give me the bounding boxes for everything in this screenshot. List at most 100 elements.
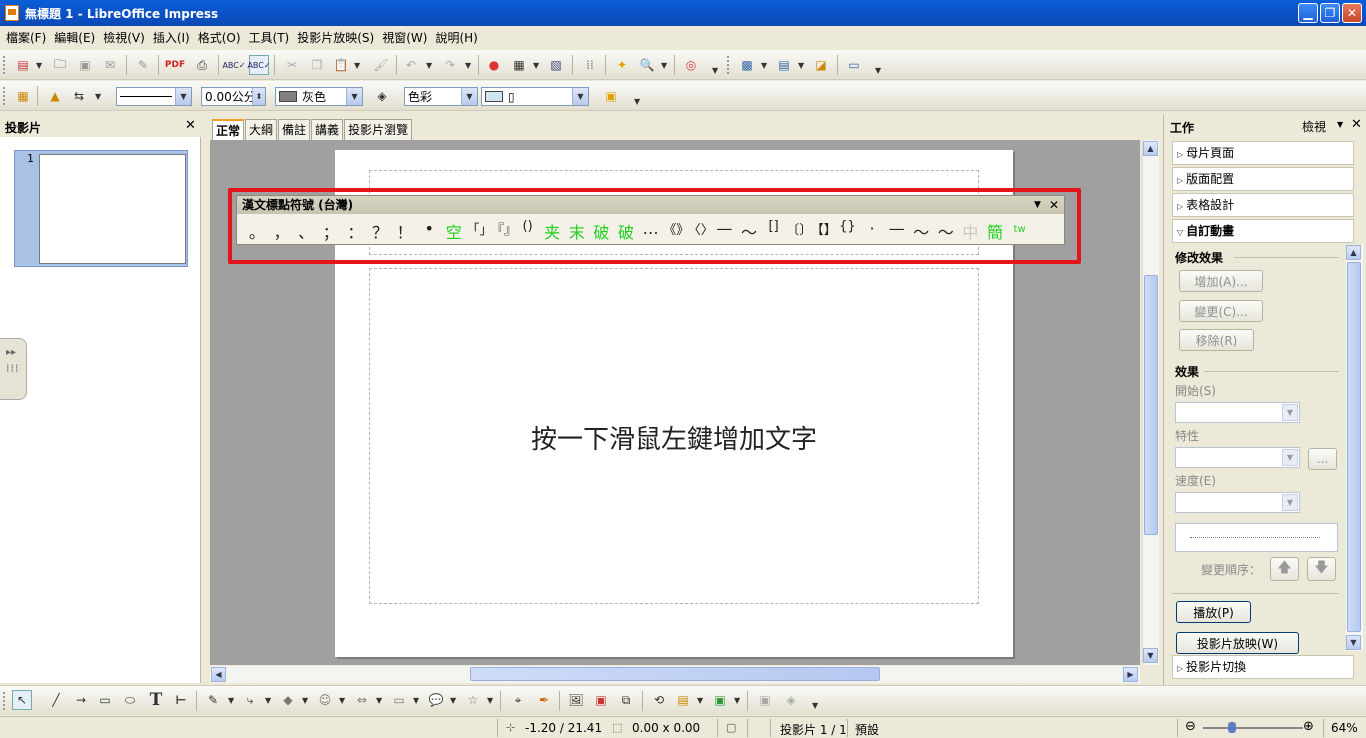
punctuation-symbol-button[interactable]: • (417, 219, 441, 238)
align-button[interactable]: ▤ (673, 690, 693, 710)
basic-shapes-button[interactable]: ◆ (278, 690, 298, 710)
horizontal-scroll-thumb[interactable] (470, 667, 880, 681)
punctuation-symbol-button[interactable]: 。 (245, 219, 269, 243)
start-slideshow-button[interactable]: ▭ (844, 55, 864, 75)
toolbar-grip[interactable] (3, 56, 7, 74)
menu-tools[interactable]: 工具(T) (245, 29, 294, 46)
close-window-button[interactable]: ✕ (1342, 3, 1362, 23)
points-button[interactable]: ⌖ (508, 690, 528, 710)
spellcheck-button[interactable]: ABC✓ (222, 55, 245, 75)
zoom-button[interactable]: 🔍 (637, 55, 657, 75)
callouts-dropdown-icon[interactable]: ▼ (450, 696, 456, 705)
menu-window[interactable]: 視窗(W) (378, 29, 431, 46)
punctuation-symbol-button[interactable]: ～ (737, 219, 761, 243)
flowchart-dropdown-icon[interactable]: ▼ (413, 696, 419, 705)
block-arrows-button[interactable]: ⇔ (352, 690, 372, 710)
toggle-extrusion-button[interactable]: ◈ (781, 690, 801, 710)
line-width-spinner[interactable]: 0.00公分 ⬍ (201, 87, 266, 106)
play-button[interactable]: 播放(P) (1176, 601, 1251, 623)
table-button[interactable]: ▦ (509, 55, 529, 75)
change-effect-button[interactable]: 變更(C)... (1179, 300, 1263, 322)
task-pane-scrollbar[interactable]: ▲ ▼ (1346, 245, 1363, 651)
curve-button[interactable]: ✎ (203, 690, 223, 710)
punctuation-symbol-button[interactable]: () (516, 219, 540, 234)
tab-normal[interactable]: 正常 (212, 119, 245, 140)
arrow-line-button[interactable]: → (71, 690, 91, 710)
punctuation-symbol-button[interactable]: ！ (393, 219, 417, 243)
curve-dropdown-icon[interactable]: ▼ (228, 696, 234, 705)
save-button[interactable]: ▣ (75, 55, 95, 75)
redo-button[interactable]: ↷ (440, 55, 460, 75)
punctuation-symbol-button[interactable]: ～ (934, 219, 958, 243)
area-button[interactable]: ◈ (372, 86, 392, 106)
email-button[interactable]: ✉ (100, 55, 120, 75)
document-modified-icon[interactable]: ▢ (726, 721, 736, 734)
minimize-button[interactable]: ▁ (1298, 3, 1318, 23)
close-toolbar-icon[interactable]: ✕ (1049, 196, 1059, 214)
punctuation-toolbar-header[interactable]: 漢文標點符號 (台灣) ▼ ✕ (237, 196, 1064, 214)
punctuation-symbol-button[interactable]: … (639, 219, 663, 238)
new-document-button[interactable]: ▤ (13, 55, 33, 75)
styles-button[interactable]: ▦ (13, 86, 33, 106)
zoom-slider[interactable] (1203, 727, 1303, 729)
symbol-shapes-button[interactable]: ☺ (315, 690, 335, 710)
toolbar-grip[interactable] (727, 56, 731, 74)
slide-design-button[interactable]: ◪ (811, 55, 831, 75)
remove-effect-button[interactable]: 移除(R) (1179, 329, 1254, 351)
toolbar-overflow-icon[interactable]: ▼ (812, 701, 818, 710)
property-select[interactable]: ▼ (1175, 447, 1300, 468)
punctuation-symbol-button[interactable]: ？ (368, 219, 392, 243)
scroll-up-icon[interactable]: ▲ (1143, 141, 1158, 156)
redo-dropdown-icon[interactable]: ▼ (465, 61, 471, 70)
gallery-button[interactable]: ▣ (591, 690, 611, 710)
sidebar-collapse-handle[interactable]: ▸▸ ⁞⁞⁞ (0, 338, 27, 400)
display-grid-button[interactable]: ▧ (546, 55, 566, 75)
new-dropdown-icon[interactable]: ▼ (36, 61, 42, 70)
move-down-button[interactable]: 🡇 (1307, 557, 1336, 581)
zoom-dropdown-icon[interactable]: ▼ (661, 61, 667, 70)
clone-formatting-button[interactable]: 🖌 (371, 55, 391, 75)
text-button[interactable]: T (146, 690, 166, 710)
area-color-combo[interactable]: ▯ ▼ (481, 87, 589, 106)
scroll-down-icon[interactable]: ▼ (1346, 635, 1361, 650)
punctuation-symbol-button[interactable]: {} (835, 219, 859, 234)
ellipse-button[interactable]: ⬭ (120, 690, 140, 710)
rotate-button[interactable]: ⟲ (649, 690, 669, 710)
section-table-design[interactable]: ▷ 表格設計 (1172, 193, 1354, 217)
connector-button[interactable]: ⤷ (240, 690, 260, 710)
zoom-in-icon[interactable]: ⊕ (1303, 719, 1314, 734)
help-button[interactable]: ◎ (681, 55, 701, 75)
line-style-combo[interactable]: ▼ (116, 87, 192, 106)
slide-dropdown-icon[interactable]: ▼ (761, 61, 767, 70)
align-dropdown-icon[interactable]: ▼ (697, 696, 703, 705)
tab-notes[interactable]: 備註 (278, 119, 311, 140)
zoom-out-icon[interactable]: ⊖ (1185, 719, 1196, 734)
punctuation-symbol-button[interactable]: 空 (442, 219, 466, 243)
punctuation-symbol-button[interactable]: 『』 (491, 219, 517, 238)
task-pane-view-menu[interactable]: 檢視 (1302, 118, 1326, 135)
effect-options-button[interactable]: ... (1308, 448, 1337, 470)
punctuation-symbol-button[interactable]: 破 (589, 219, 613, 243)
tab-outline[interactable]: 大綱 (245, 119, 278, 140)
stars-button[interactable]: ☆ (463, 690, 483, 710)
open-button[interactable]: 🗀 (50, 55, 70, 75)
punctuation-symbol-button[interactable]: 、 (294, 219, 318, 243)
toolbar-overflow-icon[interactable]: ▼ (634, 97, 640, 106)
punctuation-symbol-button[interactable]: — (712, 219, 736, 238)
shapes-dropdown-icon[interactable]: ▼ (302, 696, 308, 705)
line-tool-button[interactable]: ╱ (46, 690, 66, 710)
area-style-combo[interactable]: 色彩 ▼ (404, 87, 478, 106)
move-up-button[interactable]: 🡅 (1270, 557, 1299, 581)
punctuation-symbol-button[interactable]: ； (319, 219, 343, 243)
arrow-style-dropdown-icon[interactable]: ▼ (95, 92, 101, 101)
shadow-button[interactable]: ▣ (601, 86, 621, 106)
edit-file-button[interactable]: ✎ (133, 55, 153, 75)
task-pane-scroll-thumb[interactable] (1347, 262, 1361, 632)
punctuation-symbol-button[interactable]: 破 (614, 219, 638, 243)
punctuation-symbol-button[interactable]: 〔〕 (786, 219, 812, 238)
zoom-slider-knob[interactable] (1228, 722, 1236, 733)
punctuation-symbol-button[interactable]: 〈〉 (688, 219, 714, 238)
chevron-down-icon[interactable]: ▼ (1337, 120, 1343, 129)
punctuation-symbol-button[interactable]: ， (270, 219, 294, 243)
flowchart-button[interactable]: ▭ (389, 690, 409, 710)
